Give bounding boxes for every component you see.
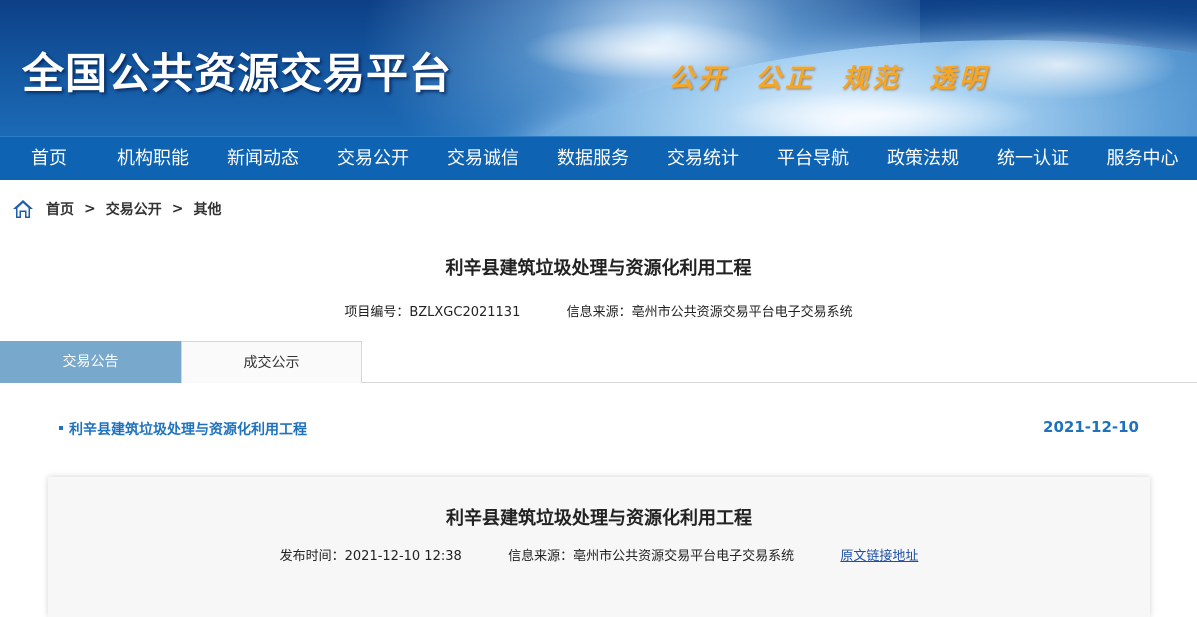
home-icon[interactable] xyxy=(12,199,34,219)
project-title: 利辛县建筑垃圾处理与资源化利用工程 xyxy=(445,258,752,279)
card-title: 利辛县建筑垃圾处理与资源化利用工程 xyxy=(446,508,752,529)
site-banner: 全国公共资源交易平台 公开 公正 规范 透明 xyxy=(0,0,1197,136)
original-link[interactable]: 原文链接地址 xyxy=(840,549,918,564)
publish-label: 发布时间： xyxy=(279,549,345,564)
tab-trade-notice[interactable]: 交易公告 xyxy=(0,341,181,383)
breadcrumb-separator: > xyxy=(84,201,96,217)
breadcrumb: 首页 > 交易公开 > 其他 xyxy=(0,180,1197,238)
breadcrumb-trade-open[interactable]: 交易公开 xyxy=(106,199,162,219)
card-source: 亳州市公共资源交易平台电子交易系统 xyxy=(573,549,795,564)
nav-item-trade-stats[interactable]: 交易统计 xyxy=(648,137,758,181)
nav-item-data-service[interactable]: 数据服务 xyxy=(538,137,648,181)
project-code-label: 项目编号： xyxy=(344,305,410,320)
breadcrumb-current: 其他 xyxy=(193,202,222,218)
bullet-icon xyxy=(59,426,63,430)
banner-cloud xyxy=(720,90,1040,136)
project-meta: 项目编号：BZLXGC2021131 信息来源：亳州市公共资源交易平台电子交易系… xyxy=(0,301,1197,321)
nav-item-auth[interactable]: 统一认证 xyxy=(978,137,1088,181)
notice-date: 2021-12-10 xyxy=(1043,418,1139,436)
nav-item-service-center[interactable]: 服务中心 xyxy=(1088,137,1197,181)
main-nav: 首页 机构职能 新闻动态 交易公开 交易诚信 数据服务 交易统计 平台导航 政策… xyxy=(0,136,1197,180)
nav-item-policy[interactable]: 政策法规 xyxy=(868,137,978,181)
site-title: 全国公共资源交易平台 xyxy=(22,49,453,98)
project-source-label: 信息来源： xyxy=(566,305,632,320)
publish-time: 2021-12-10 12:38 xyxy=(344,549,462,564)
breadcrumb-home[interactable]: 首页 xyxy=(46,199,74,219)
notice-link[interactable]: 利辛县建筑垃圾处理与资源化利用工程 xyxy=(69,419,307,439)
project-code: BZLXGC2021131 xyxy=(409,305,521,320)
nav-item-home[interactable]: 首页 xyxy=(0,137,98,181)
list-item: 利辛县建筑垃圾处理与资源化利用工程 2021-12-10 xyxy=(0,409,1197,457)
tab-deal-publicity[interactable]: 成交公示 xyxy=(181,341,362,383)
tab-bar: 交易公告 成交公示 xyxy=(0,341,1197,383)
breadcrumb-separator: > xyxy=(171,201,184,217)
nav-item-news[interactable]: 新闻动态 xyxy=(208,137,318,181)
notice-card: 利辛县建筑垃圾处理与资源化利用工程 发布时间：2021-12-10 12:38 … xyxy=(48,477,1150,617)
nav-item-platform-nav[interactable]: 平台导航 xyxy=(758,137,868,181)
card-meta: 发布时间：2021-12-10 12:38 信息来源：亳州市公共资源交易平台电子… xyxy=(48,545,1150,564)
nav-item-trade-credit[interactable]: 交易诚信 xyxy=(428,137,538,181)
site-slogan: 公开 公正 规范 透明 xyxy=(668,64,990,94)
card-source-label: 信息来源： xyxy=(508,549,574,564)
project-source: 亳州市公共资源交易平台电子交易系统 xyxy=(631,305,853,320)
nav-item-functions[interactable]: 机构职能 xyxy=(98,137,208,181)
nav-item-trade-open[interactable]: 交易公开 xyxy=(318,137,428,181)
